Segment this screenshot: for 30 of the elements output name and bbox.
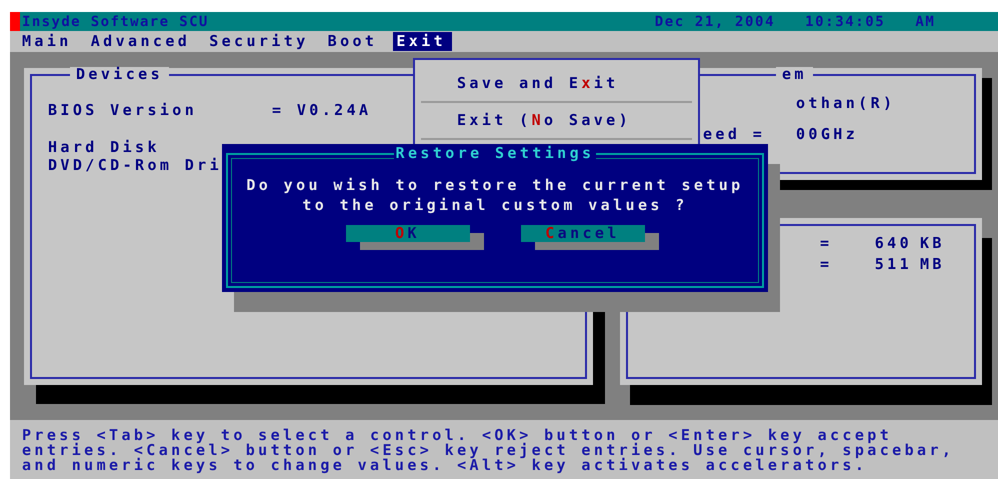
memory-unit: MB — [920, 257, 945, 272]
menu-tab[interactable]: Advanced — [88, 32, 196, 51]
field-value: 00GHz — [796, 127, 858, 142]
menu-item[interactable]: Exit (N o Save) — [421, 103, 692, 140]
dialog-title: Restore Settings — [394, 146, 596, 161]
time-text: 10:34:05 — [805, 14, 886, 28]
field-value: othan(R) — [796, 96, 896, 111]
memory-unit: KB — [920, 236, 945, 251]
field-label: eed = — [703, 125, 766, 143]
app-title: Insyde Software SCU — [22, 14, 209, 28]
menu-item[interactable]: Save and E x it — [421, 66, 692, 103]
equals-sign: = — [820, 257, 834, 272]
panel-title: em — [776, 67, 813, 82]
menu-tab[interactable]: Exit — [393, 32, 452, 51]
menu-tab[interactable]: Main — [19, 32, 78, 51]
corner-marker-icon — [10, 12, 20, 31]
equals-sign: = — [820, 236, 834, 251]
field-label: Hard Disk — [48, 140, 160, 155]
menu-tab[interactable]: Boot — [324, 32, 384, 51]
menu-tab[interactable]: Security — [206, 32, 315, 51]
meridiem-text: AM — [915, 14, 936, 28]
field-label: BIOS Version — [48, 103, 198, 118]
field-label: DVD/CD-Rom Dri — [48, 158, 222, 173]
date-text: Dec 21, 2004 — [654, 14, 776, 28]
help-text: Press <Tab> key to select a control. <OK> button or <Enter> key accept entries. <Cancel> button or <Esc> key reject entries. Use cursor, spacebar, and numeric keys to change values. <Alt> key activates accelerators. — [10, 420, 998, 479]
memory-value: 640 — [874, 236, 912, 251]
dialog-message: Do you wish to restore the current setup to the original custom values ? — [246, 175, 744, 215]
panel-title: Devices — [70, 67, 170, 82]
memory-value: 511 — [874, 257, 912, 272]
field-value: = V0.24A — [272, 103, 372, 118]
